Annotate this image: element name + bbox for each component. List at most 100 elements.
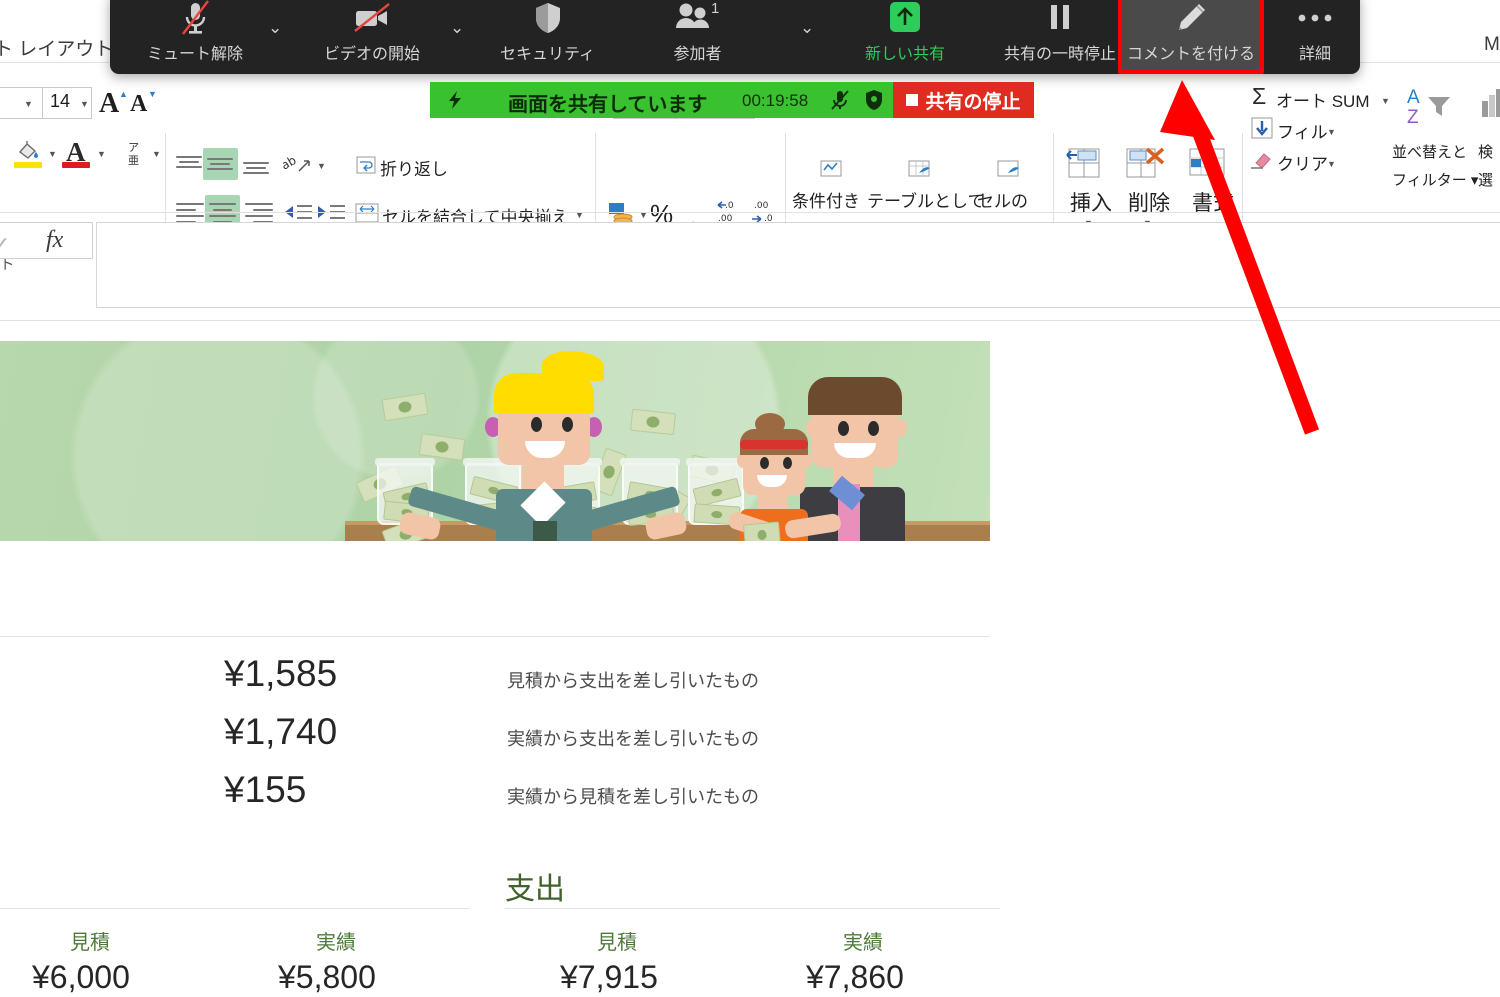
zoom-stop-share-button[interactable]: 共有の停止 [893,82,1034,118]
formula-input[interactable] [96,222,1500,308]
shrink-font-arrow-icon: ▼ [148,89,157,99]
section-rule-left [0,908,470,909]
mic-muted-icon[interactable] [830,89,850,116]
zoom-meeting-toolbar[interactable]: ミュート解除 ⌄ ビデオの開始 ⌄ セキュリティ 1 参加者 ⌄ 新しい共有 共… [110,0,1360,74]
sort-filter-icon[interactable]: A Z [1406,85,1456,129]
column-value-left-estimate[interactable]: ¥6,000 [32,959,130,996]
stop-square-icon [906,94,919,106]
conditional-formatting-line1[interactable]: 条件付き [792,187,860,212]
decrease-indent-icon[interactable] [283,202,313,224]
font-size-chevron-down-icon[interactable]: ▼ [80,99,89,109]
confirm-check-icon[interactable]: ✓ [0,232,10,258]
fill-color-swatch [14,162,42,168]
fill-color-icon[interactable] [15,140,41,162]
insert-function-icon[interactable]: fx [46,227,63,254]
font-name-chevron-down-icon[interactable]: ▼ [24,99,33,109]
zoom-annotate-label: コメントを付ける [1126,46,1255,63]
man-eye-right [868,421,879,436]
summary-description-1[interactable]: 実績から支出を差し引いたもの [507,725,759,751]
summary-value-1[interactable]: ¥1,740 [224,711,337,753]
summary-value-2[interactable]: ¥155 [224,769,306,811]
grow-font-arrow-icon: ▲ [119,89,128,99]
zoom-pause-share-label: 共有の一時停止 [1003,46,1116,63]
svg-text:1: 1 [711,1,719,17]
column-header-right-actual: 実績 [843,932,883,954]
zoom-audio-chevron-down-icon[interactable]: ⌄ [268,18,282,38]
cell-styles-icon[interactable] [995,159,1021,181]
shrink-font-button[interactable]: A [130,91,147,118]
wrap-text-icon[interactable] [356,156,376,174]
svg-text:ア: ア [128,141,139,154]
phonetic-guide-icon[interactable]: ア 亜 [124,139,148,167]
conditional-formatting-icon[interactable] [818,159,844,181]
fill-down-icon[interactable] [1251,117,1273,139]
zoom-video-chevron-down-icon[interactable]: ⌄ [450,18,464,38]
wrap-text-label[interactable]: 折り返し [380,155,448,180]
shield-icon [533,0,563,38]
zoom-participants-button[interactable]: 1 参加者 [630,0,765,68]
cell-styles-line1[interactable]: セルの [977,187,1028,212]
format-as-table-icon[interactable] [906,159,932,181]
text-orientation-icon[interactable]: ab [279,153,315,179]
phonetic-chevron-down-icon[interactable]: ▼ [152,149,161,159]
find-select-icon[interactable] [1478,85,1500,129]
column-value-left-actual[interactable]: ¥5,800 [278,959,376,996]
zoom-new-share-button[interactable]: 新しい共有 [840,0,970,68]
clear-chevron-down-icon[interactable]: ▼ [1327,159,1336,169]
insert-cells-icon[interactable] [1065,147,1107,183]
ribbon-tab-m[interactable]: M [1484,34,1500,56]
column-value-right-actual[interactable]: ¥7,860 [806,959,904,996]
summary-description-2[interactable]: 実績から見積を差し引いたもの [507,783,759,809]
font-color-chevron-down-icon[interactable]: ▼ [97,149,106,159]
ribbon-bottom-divider [0,212,1500,213]
share-up-arrow-icon [885,0,925,38]
find-select-line2[interactable]: 選 [1478,169,1493,190]
autosum-label[interactable]: オート SUM [1276,87,1370,112]
zoom-unmute-label: ミュート解除 [146,46,243,63]
woman-eye-left [531,417,542,432]
mic-muted-icon [178,0,212,38]
column-header-left-actual: 実績 [316,932,356,954]
fill-color-chevron-down-icon[interactable]: ▼ [48,149,57,159]
worksheet-area[interactable]: ¥1,585 見積から支出を差し引いたもの ¥1,740 実績から支出を差し引い… [0,321,1500,997]
zoom-security-label: セキュリティ [499,46,596,63]
autosum-chevron-down-icon[interactable]: ▼ [1381,96,1390,106]
svg-text:.0: .0 [725,201,734,211]
zoom-unmute-button[interactable]: ミュート解除 [130,0,260,68]
zoom-video-label: ビデオの開始 [323,46,420,63]
format-cells-icon[interactable] [1188,147,1230,183]
summary-value-0[interactable]: ¥1,585 [224,653,337,695]
zoom-security-button[interactable]: セキュリティ [480,0,615,68]
zoom-annotate-button[interactable]: コメントを付ける [1122,0,1260,68]
flying-bill [381,392,429,422]
increase-indent-icon[interactable] [316,202,346,224]
delete-cells-icon[interactable] [1125,147,1167,183]
summary-description-0[interactable]: 見積から支出を差し引いたもの [507,667,759,693]
man-hair [808,377,902,415]
fill-label[interactable]: フィル [1277,118,1328,143]
girl-eye-left [760,457,769,469]
column-header-right-estimate: 見積 [597,932,637,954]
zoom-start-video-button[interactable]: ビデオの開始 [302,0,442,68]
zoom-more-label: 詳細 [1298,46,1331,63]
shield-icon[interactable] [864,89,884,116]
format-as-table-line1[interactable]: テーブルとして [867,187,984,212]
grow-font-button[interactable]: A [99,88,119,120]
section-title-expenses: 支出 [505,873,565,906]
clear-label[interactable]: クリア [1277,150,1328,175]
column-value-right-estimate[interactable]: ¥7,915 [560,959,658,996]
zoom-more-button[interactable]: 詳細 [1270,0,1360,68]
section-rule-right [505,908,1000,909]
zoom-participants-chevron-down-icon[interactable]: ⌄ [800,18,814,38]
clear-icon[interactable] [1249,149,1275,171]
banner-illustration [0,341,990,541]
sort-filter-line1[interactable]: 並べ替えと [1392,141,1467,162]
sort-filter-line2[interactable]: フィルター ▾ [1392,169,1478,190]
ribbon-tab-page-layout[interactable]: ト レイアウト [0,34,113,61]
man-eye-left [838,421,849,436]
fill-chevron-down-icon[interactable]: ▼ [1327,127,1336,137]
woman-tie [533,521,557,541]
find-select-line1[interactable]: 検 [1478,141,1493,162]
orientation-chevron-down-icon[interactable]: ▼ [317,161,326,171]
merge-center-icon[interactable] [355,202,379,224]
